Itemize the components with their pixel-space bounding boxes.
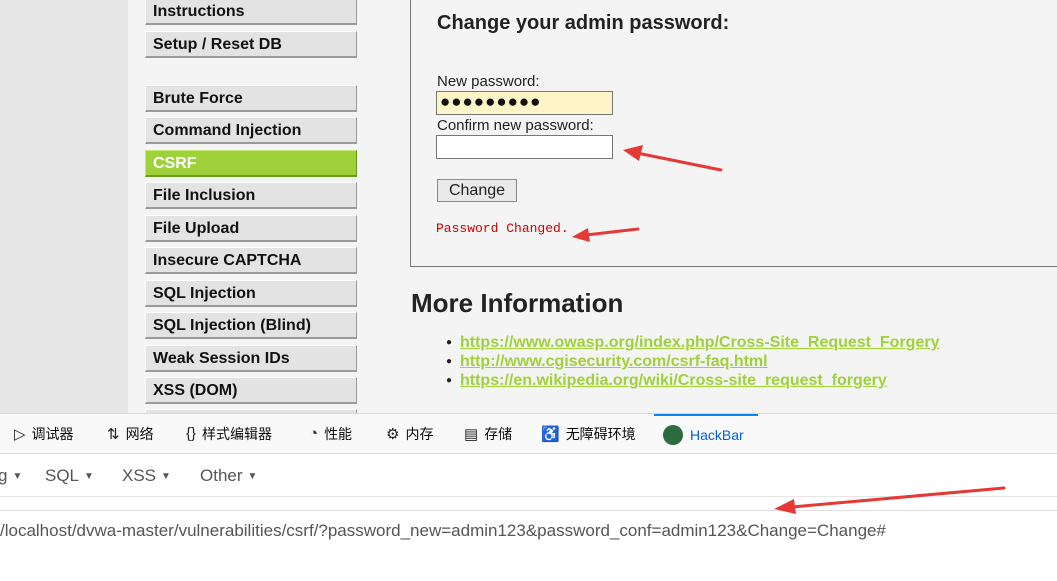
- link-url[interactable]: https://en.wikipedia.org/wiki/Cross-site…: [460, 372, 887, 389]
- bullet-icon: ●: [446, 356, 453, 367]
- performance-icon: ◔: [309, 425, 319, 442]
- left-margin: [0, 0, 128, 415]
- tab-label: 性能: [324, 425, 353, 442]
- info-link-owasp[interactable]: ● https://www.owasp.org/index.php/Cross-S…: [446, 334, 939, 352]
- confirm-password-input[interactable]: [436, 135, 613, 159]
- chevron-down-icon: ▼: [84, 471, 94, 482]
- hackbar-menu-sql[interactable]: SQL ▼: [45, 466, 94, 486]
- hackbar-url-text[interactable]: /localhost/dvwa-master/vulnerabilities/c…: [0, 521, 1057, 541]
- hackbar-menu-partial[interactable]: g ▼: [0, 466, 22, 486]
- hackbar-menu-xss[interactable]: XSS ▼: [122, 466, 171, 486]
- debugger-icon: ▷: [14, 425, 26, 443]
- devtools-panel: ▷ 调试器 ⇅ 网络 {} 样式编辑器 ◔ 性能 ⚙ 内存 ▤ 存储 ♿ 无障碍环境 Hack…: [0, 413, 1057, 581]
- form-title: Change your admin password:: [437, 12, 730, 34]
- tab-network[interactable]: ⇅ 网络: [107, 414, 154, 453]
- sidebar-item-sql-injection-blind[interactable]: SQL Injection (Blind): [145, 312, 357, 339]
- hackbar-url-field[interactable]: /localhost/dvwa-master/vulnerabilities/c…: [0, 510, 1057, 581]
- memory-icon: ⚙: [386, 425, 400, 443]
- tab-memory[interactable]: ⚙ 内存: [386, 414, 433, 453]
- tab-label: 调试器: [31, 425, 74, 442]
- tab-label: 无障碍环境: [565, 425, 636, 442]
- sidebar-item-weak-session-ids[interactable]: Weak Session IDs: [145, 345, 357, 372]
- annotation-arrow-url: [774, 486, 1006, 514]
- sidebar-item-csrf[interactable]: CSRF: [145, 150, 357, 177]
- new-password-label: New password:: [437, 73, 540, 90]
- sidebar-item-instructions[interactable]: Instructions: [145, 0, 357, 25]
- more-information-heading: More Information: [411, 288, 624, 318]
- sidebar-item-xss-dom[interactable]: XSS (DOM): [145, 377, 357, 404]
- sidebar-item-setup-reset-db[interactable]: Setup / Reset DB: [145, 31, 357, 58]
- tab-hackbar[interactable]: HackBar: [654, 414, 758, 453]
- change-button[interactable]: Change: [437, 179, 517, 202]
- link-url[interactable]: https://www.owasp.org/index.php/Cross-Si…: [460, 334, 939, 351]
- password-mask: ●●●●●●●●●: [440, 92, 542, 111]
- hackbar-menu-other[interactable]: Other ▼: [200, 466, 257, 486]
- style-editor-icon: {}: [186, 425, 197, 442]
- tab-label: 存储: [484, 425, 513, 442]
- tab-accessibility[interactable]: ♿ 无障碍环境: [541, 414, 636, 453]
- tab-label: 网络: [125, 425, 154, 442]
- network-icon: ⇅: [107, 425, 120, 443]
- annotation-arrow-confirm: [623, 145, 723, 172]
- tab-style-editor[interactable]: {} 样式编辑器: [186, 414, 272, 453]
- sidebar-item-insecure-captcha[interactable]: Insecure CAPTCHA: [145, 247, 357, 274]
- info-link-wikipedia[interactable]: ● https://en.wikipedia.org/wiki/Cross-sit…: [446, 372, 887, 390]
- dvwa-page: Instructions Setup / Reset DB Brute Forc…: [0, 0, 1057, 415]
- tab-label: 样式编辑器: [202, 425, 273, 442]
- link-url[interactable]: http://www.cgisecurity.com/csrf-faq.html: [460, 353, 768, 370]
- chevron-down-icon: ▼: [12, 471, 23, 482]
- annotation-arrow-message: [572, 227, 640, 242]
- tab-debugger[interactable]: ▷ 调试器: [14, 414, 74, 453]
- chevron-down-icon: ▼: [247, 471, 258, 482]
- sidebar-item-file-inclusion[interactable]: File Inclusion: [145, 182, 357, 209]
- storage-icon: ▤: [464, 425, 479, 443]
- sidebar-item-sql-injection[interactable]: SQL Injection: [145, 280, 357, 307]
- confirm-password-label: Confirm new password:: [437, 117, 594, 134]
- bullet-icon: ●: [446, 337, 453, 348]
- sidebar-item-command-injection[interactable]: Command Injection: [145, 117, 357, 144]
- accessibility-icon: ♿: [541, 425, 560, 443]
- sidebar-item-file-upload[interactable]: File Upload: [145, 215, 357, 242]
- tab-label: 内存: [405, 425, 434, 442]
- password-changed-message: Password Changed.: [436, 221, 569, 236]
- hackbar-icon: [663, 424, 683, 445]
- info-link-cgisecurity[interactable]: ● http://www.cgisecurity.com/csrf-faq.htm…: [446, 353, 768, 371]
- tab-performance[interactable]: ◔ 性能: [309, 414, 352, 453]
- bullet-icon: ●: [446, 375, 453, 386]
- sidebar-item-brute-force[interactable]: Brute Force: [145, 85, 357, 112]
- new-password-input[interactable]: ●●●●●●●●●: [436, 91, 613, 115]
- tab-storage[interactable]: ▤ 存储: [464, 414, 512, 453]
- tab-label: HackBar: [690, 426, 744, 443]
- chevron-down-icon: ▼: [161, 471, 171, 482]
- devtools-tab-bar: ▷ 调试器 ⇅ 网络 {} 样式编辑器 ◔ 性能 ⚙ 内存 ▤ 存储 ♿ 无障碍环境 Hack…: [0, 414, 1057, 454]
